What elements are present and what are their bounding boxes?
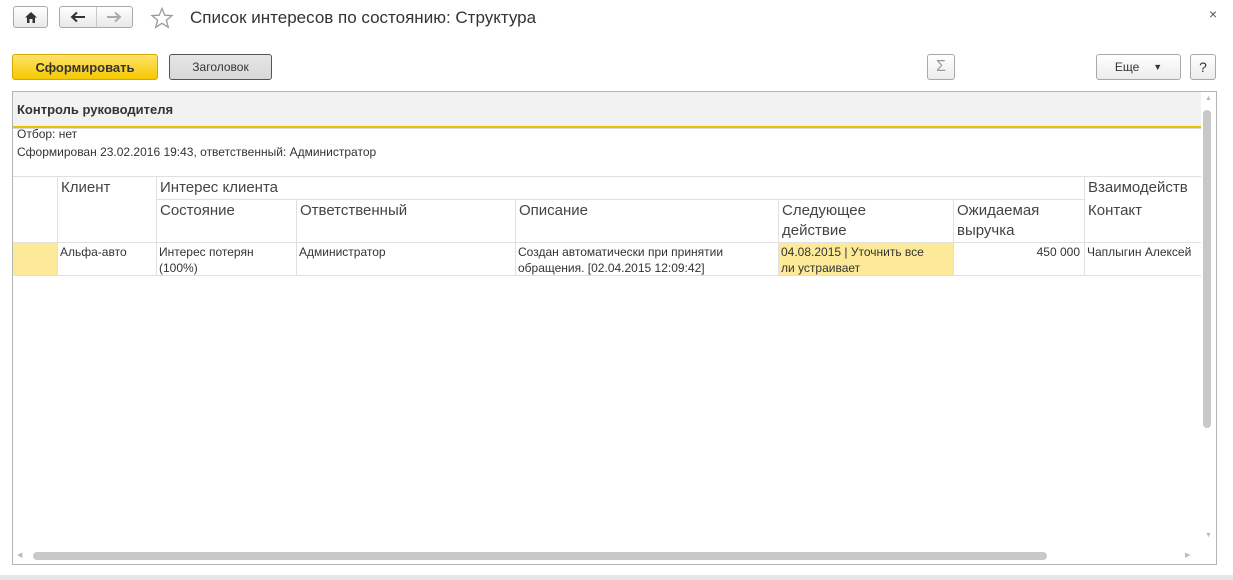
home-icon <box>24 11 37 23</box>
report-title: Контроль руководителя <box>17 102 174 117</box>
col-divider <box>953 199 954 276</box>
col-header-revenue-line2: выручка <box>957 222 1015 239</box>
col-divider <box>156 176 157 276</box>
scroll-left-icon[interactable]: ◀ <box>17 551 22 559</box>
cell-state-line2: (100%) <box>159 261 198 275</box>
nav-back-forward <box>59 6 133 28</box>
col-header-next-action: Следующее действие <box>782 201 866 241</box>
back-button[interactable] <box>60 7 97 27</box>
report-area: Контроль руководителя Отбор: нет Сформир… <box>12 91 1217 565</box>
arrow-right-icon <box>107 11 122 23</box>
horizontal-scrollbar-thumb[interactable] <box>33 552 1047 560</box>
bottom-panel-edge <box>0 575 1233 580</box>
col-header-state: Состояние <box>160 202 235 219</box>
report-formed-info: Сформирован 23.02.2016 19:43, ответствен… <box>17 145 377 159</box>
generate-button[interactable]: Сформировать <box>12 54 158 80</box>
cell-description[interactable]: Создан автоматически при принятии обраще… <box>518 244 723 276</box>
col-divider <box>57 176 58 276</box>
col-header-contact: Контакт <box>1088 202 1143 219</box>
col-header-revenue: Ожидаемая выручка <box>957 201 1039 241</box>
cell-next-action-line1: 04.08.2015 | Уточнить все <box>781 245 924 259</box>
scroll-up-icon[interactable]: ▲ <box>1205 95 1212 102</box>
col-header-responsible: Ответственный <box>300 202 408 219</box>
cell-client[interactable]: Альфа-авто <box>60 244 127 260</box>
col-header-interaction: Взаимодейств <box>1088 179 1188 196</box>
cell-state-line1: Интерес потерян <box>159 245 254 259</box>
col-divider <box>1084 176 1085 276</box>
col-header-description: Описание <box>519 202 589 219</box>
header-toggle-button[interactable]: Заголовок <box>169 54 272 80</box>
sum-button[interactable]: Σ <box>927 54 955 80</box>
col-header-client: Клиент <box>61 179 111 196</box>
scroll-right-icon[interactable]: ▶ <box>1185 551 1190 559</box>
arrow-left-icon <box>70 11 85 23</box>
cell-revenue[interactable]: 450 000 <box>954 244 1080 260</box>
row-marker-cell[interactable] <box>13 243 57 275</box>
header-bottom-line <box>13 242 1201 243</box>
col-divider <box>515 199 516 276</box>
cell-description-line1: Создан автоматически при принятии <box>518 245 724 259</box>
help-button[interactable]: ? <box>1190 54 1216 80</box>
window-title: Список интересов по состоянию: Структура <box>190 8 537 27</box>
chevron-down-icon: ▼ <box>1153 62 1163 72</box>
cell-state[interactable]: Интерес потерян (100%) <box>159 244 254 276</box>
report-filter: Отбор: нет <box>17 127 78 141</box>
forward-button[interactable] <box>97 7 132 27</box>
close-icon[interactable]: × <box>1209 6 1217 22</box>
more-button[interactable]: Еще ▼ <box>1096 54 1181 80</box>
cell-contact[interactable]: Чаплыгин Алексей <box>1087 244 1191 260</box>
table-border-top <box>13 176 1201 177</box>
col-header-next-action-line2: действие <box>782 222 847 239</box>
star-icon[interactable] <box>150 7 174 29</box>
cell-responsible[interactable]: Администратор <box>299 244 386 260</box>
cell-next-action[interactable]: 04.08.2015 | Уточнить все ли устраивает <box>779 243 953 275</box>
col-divider <box>296 199 297 276</box>
more-label: Еще <box>1114 60 1140 74</box>
col-header-next-action-line1: Следующее <box>782 202 866 219</box>
col-header-revenue-line1: Ожидаемая <box>957 202 1040 219</box>
vertical-scrollbar-thumb[interactable] <box>1203 110 1211 428</box>
scroll-down-icon[interactable]: ▼ <box>1205 532 1212 539</box>
col-header-interest: Интерес клиента <box>160 179 278 196</box>
report-header: Контроль руководителя <box>13 92 1201 128</box>
divider <box>13 128 1201 129</box>
home-button[interactable] <box>13 6 48 28</box>
cell-next-action-line2: ли устраивает <box>781 261 861 275</box>
cell-description-line2: обращения. [02.04.2015 12:09:42] <box>518 261 705 275</box>
